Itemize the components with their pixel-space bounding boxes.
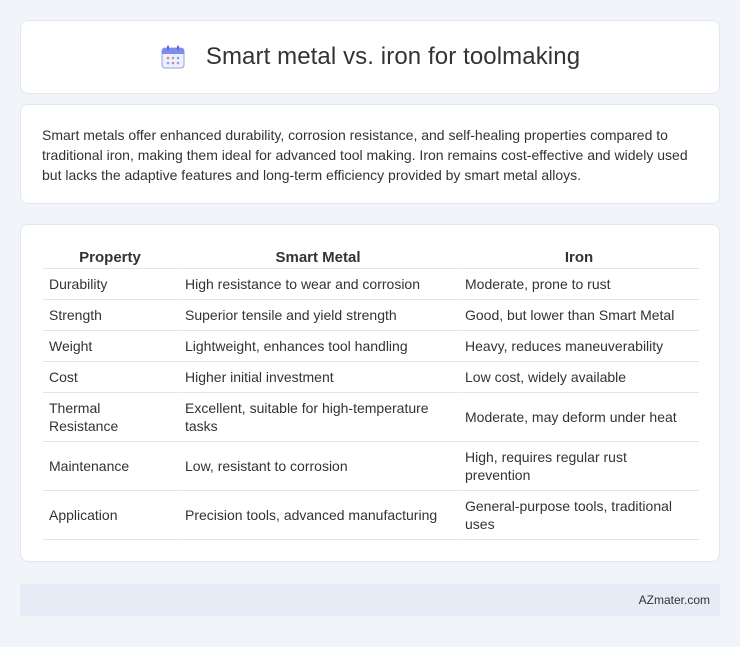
column-header-smart-metal: Smart Metal [177,247,457,269]
page: Smart metal vs. iron for toolmaking Smar… [0,0,740,647]
table-row: Application Precision tools, advanced ma… [43,491,699,540]
smart-metal-cell: Excellent, suitable for high-temperature… [177,393,457,442]
property-cell: Weight [43,331,177,362]
iron-cell: Moderate, may deform under heat [457,393,699,442]
comparison-table-card: Property Smart Metal Iron Durability Hig… [20,224,720,562]
footer-bar: AZmater.com [20,584,720,616]
property-cell: Maintenance [43,442,177,491]
table-row: Maintenance Low, resistant to corrosion … [43,442,699,491]
iron-cell: General-purpose tools, traditional uses [457,491,699,540]
summary-text: Smart metals offer enhanced durability, … [42,127,688,183]
table-row: Weight Lightweight, enhances tool handli… [43,331,699,362]
calendar-icon [160,44,186,70]
property-cell: Strength [43,300,177,331]
smart-metal-cell: High resistance to wear and corrosion [177,269,457,300]
property-cell: Cost [43,362,177,393]
table-row: Durability High resistance to wear and c… [43,269,699,300]
smart-metal-cell: Lightweight, enhances tool handling [177,331,457,362]
table-row: Cost Higher initial investment Low cost,… [43,362,699,393]
property-cell: Durability [43,269,177,300]
iron-cell: Heavy, reduces maneuverability [457,331,699,362]
smart-metal-cell: Precision tools, advanced manufacturing [177,491,457,540]
smart-metal-cell: Low, resistant to corrosion [177,442,457,491]
table-row: Strength Superior tensile and yield stre… [43,300,699,331]
smart-metal-cell: Higher initial investment [177,362,457,393]
table-header-row: Property Smart Metal Iron [43,247,699,269]
iron-cell: Good, but lower than Smart Metal [457,300,699,331]
column-header-property: Property [43,247,177,269]
comparison-table: Property Smart Metal Iron Durability Hig… [43,247,699,540]
iron-cell: High, requires regular rust prevention [457,442,699,491]
page-title: Smart metal vs. iron for toolmaking [205,43,581,70]
property-cell: Thermal Resistance [43,393,177,442]
title-group: Smart metal vs. iron for toolmaking [160,43,580,71]
table-row: Thermal Resistance Excellent, suitable f… [43,393,699,442]
title-card: Smart metal vs. iron for toolmaking [20,20,720,94]
iron-cell: Low cost, widely available [457,362,699,393]
smart-metal-cell: Superior tensile and yield strength [177,300,457,331]
column-header-iron: Iron [457,247,699,269]
iron-cell: Moderate, prone to rust [457,269,699,300]
property-cell: Application [43,491,177,540]
footer-site-name: AZmater.com [638,593,710,607]
summary-card: Smart metals offer enhanced durability, … [20,104,720,204]
